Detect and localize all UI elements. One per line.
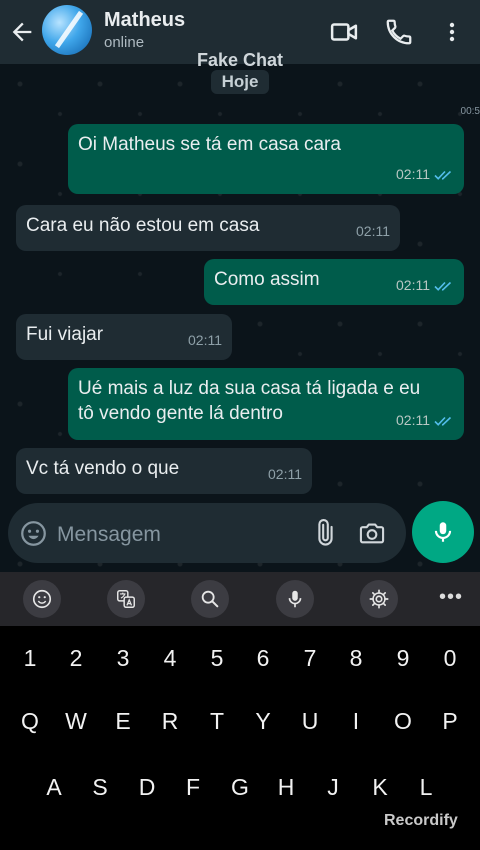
key-4[interactable]: 4: [147, 635, 193, 681]
key-l[interactable]: L: [403, 764, 449, 810]
message-meta: 02:11: [356, 219, 390, 244]
camera-icon[interactable]: [358, 519, 386, 547]
microphone-icon: [288, 590, 302, 608]
key-1[interactable]: 1: [7, 635, 53, 681]
message-text-line-2: tô vendo gente lá dentro: [78, 403, 283, 424]
key-o[interactable]: O: [380, 698, 426, 744]
key-i[interactable]: I: [333, 698, 379, 744]
key-0[interactable]: 0: [427, 635, 473, 681]
overlay-title: Fake Chat: [196, 50, 284, 70]
message-time: 02:11: [268, 466, 302, 482]
message-text: Ué mais a luz da sua casa tá ligada e eu…: [78, 376, 420, 426]
message-text: Como assim: [214, 269, 320, 290]
message-meta: 02:11: [396, 162, 454, 187]
message-meta: 02:11: [396, 408, 454, 433]
message-composer: [8, 503, 406, 563]
watermark: Recordify: [384, 812, 458, 829]
message-bubble-incoming[interactable]: Fui viajar 02:11: [16, 314, 232, 360]
emoji-icon: [32, 589, 52, 609]
message-bubble-outgoing[interactable]: Como assim 02:11: [204, 259, 464, 305]
read-ticks-icon: [434, 170, 452, 180]
key-q[interactable]: Q: [7, 698, 53, 744]
key-5[interactable]: 5: [194, 635, 240, 681]
chat-area[interactable]: Hoje 00:5 Oi Matheus se tá em casa cara …: [0, 64, 480, 572]
keyboard-settings-button[interactable]: [360, 580, 398, 618]
message-text: Cara eu não estou em casa: [26, 215, 260, 236]
message-bubble-outgoing[interactable]: Ué mais a luz da sua casa tá ligada e eu…: [68, 368, 464, 440]
more-options-icon[interactable]: [440, 17, 464, 47]
attach-icon[interactable]: [310, 519, 338, 547]
key-w[interactable]: W: [53, 698, 99, 744]
message-bubble-outgoing[interactable]: Oi Matheus se tá em casa cara 02:11: [68, 124, 464, 194]
key-h[interactable]: H: [263, 764, 309, 810]
key-a[interactable]: A: [31, 764, 77, 810]
read-ticks-icon: [434, 416, 452, 426]
message-text-line-1: Ué mais a luz da sua casa tá ligada e eu: [78, 378, 421, 399]
message-time: 02:11: [356, 223, 390, 239]
key-9[interactable]: 9: [380, 635, 426, 681]
key-k[interactable]: K: [357, 764, 403, 810]
key-d[interactable]: D: [124, 764, 170, 810]
keyboard-search-button[interactable]: [191, 580, 229, 618]
contact-name[interactable]: Matheus: [104, 9, 185, 32]
message-meta: 02:11: [268, 462, 302, 487]
message-time: 02:11: [396, 277, 430, 293]
message-bubble-incoming[interactable]: Cara eu não estou em casa 02:11: [16, 205, 400, 251]
message-meta: 02:11: [396, 273, 454, 298]
read-ticks-icon: [434, 281, 452, 291]
video-call-icon[interactable]: [329, 17, 359, 47]
key-3[interactable]: 3: [100, 635, 146, 681]
key-f[interactable]: F: [170, 764, 216, 810]
microphone-icon: [434, 522, 452, 542]
key-e[interactable]: E: [100, 698, 146, 744]
key-u[interactable]: U: [287, 698, 333, 744]
keyboard-emoji-button[interactable]: [23, 580, 61, 618]
key-6[interactable]: 6: [240, 635, 286, 681]
keyboard-more-button[interactable]: •••: [436, 586, 466, 612]
contact-status: online: [104, 34, 145, 51]
key-8[interactable]: 8: [333, 635, 379, 681]
key-r[interactable]: R: [147, 698, 193, 744]
message-meta: 02:11: [188, 328, 222, 353]
message-bubble-incoming[interactable]: Vc tá vendo o que 02:11: [16, 448, 312, 494]
phone-call-icon[interactable]: [384, 17, 414, 47]
message-time: 02:11: [396, 166, 430, 182]
keyboard-translate-button[interactable]: [107, 580, 145, 618]
message-time: 02:11: [188, 332, 222, 348]
key-g[interactable]: G: [217, 764, 263, 810]
keyboard-toolbar: •••: [0, 572, 480, 626]
date-chip: Hoje: [211, 70, 269, 94]
key-2[interactable]: 2: [53, 635, 99, 681]
keyboard-voice-button[interactable]: [276, 580, 314, 618]
contact-avatar[interactable]: [42, 5, 92, 55]
key-j[interactable]: J: [310, 764, 356, 810]
message-text: Oi Matheus se tá em casa cara: [78, 134, 341, 155]
key-t[interactable]: T: [194, 698, 240, 744]
message-text: Vc tá vendo o que: [26, 458, 180, 479]
emoji-icon[interactable]: [20, 520, 47, 547]
key-y[interactable]: Y: [240, 698, 286, 744]
voice-record-button[interactable]: [412, 501, 474, 563]
translate-icon: [117, 590, 135, 608]
recording-time: 00:5: [460, 106, 480, 117]
search-icon: [201, 590, 219, 608]
gear-icon: [369, 589, 389, 609]
message-text: Fui viajar: [26, 324, 104, 345]
key-p[interactable]: P: [427, 698, 473, 744]
message-input[interactable]: [55, 521, 299, 549]
back-arrow-icon[interactable]: [8, 18, 36, 46]
key-s[interactable]: S: [77, 764, 123, 810]
key-7[interactable]: 7: [287, 635, 333, 681]
message-time: 02:11: [396, 412, 430, 428]
